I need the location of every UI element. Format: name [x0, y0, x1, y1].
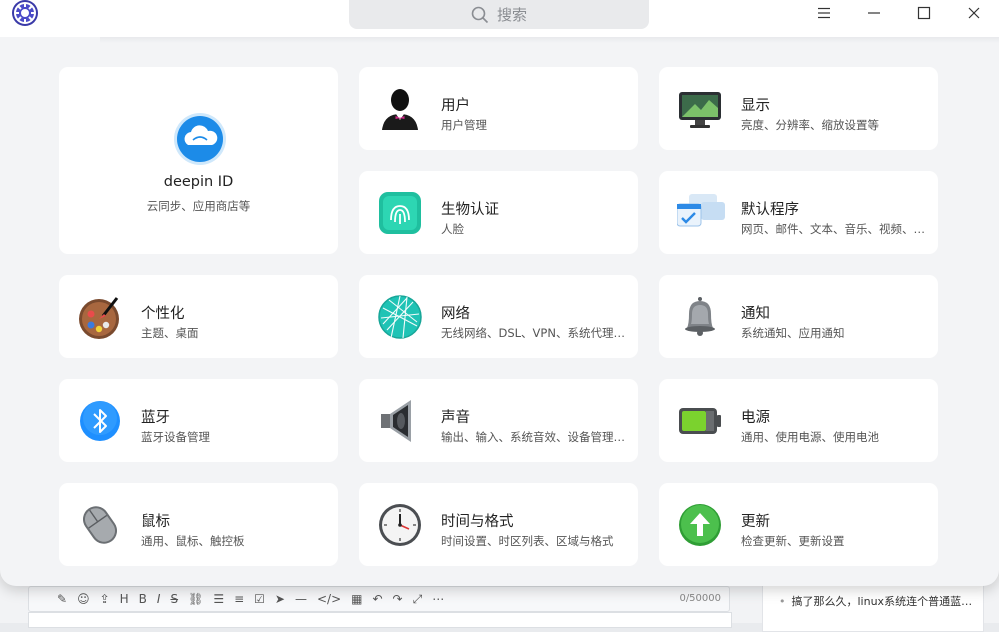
module-title: 声音 — [441, 410, 470, 426]
display-icon — [677, 86, 723, 132]
minimize-icon — [868, 12, 880, 14]
module-subtitle: 人脸 — [441, 222, 464, 236]
upload-icon[interactable]: ⇪ — [100, 592, 110, 606]
deepin-id-subtitle: 云同步、应用商店等 — [146, 199, 251, 213]
module-title: 鼠标 — [141, 514, 170, 530]
module-title: 电源 — [741, 410, 770, 426]
app-logo-icon — [10, 0, 40, 26]
network-globe-icon — [377, 294, 423, 340]
module-subtitle: 时间设置、时区列表、区域与格式 — [441, 534, 614, 548]
clock-icon — [377, 502, 423, 548]
checkbox-icon[interactable]: ☑ — [254, 592, 265, 606]
module-card-user[interactable]: 用户 用户管理 — [359, 67, 638, 150]
bold-icon[interactable]: B — [139, 592, 147, 606]
fullscreen-icon[interactable]: ⤢ — [413, 592, 423, 607]
more-icon[interactable]: ⋯ — [432, 592, 444, 606]
module-subtitle: 网页、邮件、文本、音乐、视频、… — [741, 222, 925, 236]
module-card-update[interactable]: 更新 检查更新、更新设置 — [659, 483, 938, 566]
hr-icon[interactable]: — — [295, 592, 307, 606]
user-icon — [377, 86, 423, 132]
maximize-icon — [917, 6, 931, 20]
close-icon — [968, 7, 980, 19]
module-card-default-apps[interactable]: 默认程序 网页、邮件、文本、音乐、视频、… — [659, 171, 938, 254]
module-title: 蓝牙 — [141, 410, 170, 426]
italic-icon[interactable]: I — [157, 592, 161, 606]
undo-icon[interactable]: ↶ — [372, 592, 382, 606]
background-sidebar: 搞了那么久，linux系统连个普通蓝… — [762, 580, 984, 632]
module-card-biometric[interactable]: 生物认证 人脸 — [359, 171, 638, 254]
battery-icon — [677, 398, 723, 444]
module-subtitle: 用户管理 — [441, 118, 487, 132]
module-title: 更新 — [741, 514, 770, 530]
edit-icon[interactable]: ✎ — [57, 592, 67, 606]
module-subtitle: 输出、输入、系统音效、设备管理… — [441, 430, 625, 444]
list-icon[interactable]: ☰ — [213, 592, 224, 606]
module-subtitle: 蓝牙设备管理 — [141, 430, 210, 444]
redo-icon[interactable]: ↷ — [393, 592, 403, 606]
module-card-notification[interactable]: 通知 系统通知、应用通知 — [659, 275, 938, 358]
module-title: 显示 — [741, 98, 770, 114]
module-subtitle: 主题、桌面 — [141, 326, 199, 340]
sidebar-post-link[interactable]: 搞了那么久，linux系统连个普通蓝… — [779, 593, 973, 609]
link-icon[interactable]: ⛓ — [188, 592, 203, 606]
ordered-list-icon[interactable]: ≡ — [234, 592, 244, 606]
fingerprint-icon — [377, 190, 423, 236]
module-title: 默认程序 — [741, 202, 799, 218]
module-card-mouse[interactable]: 鼠标 通用、鼠标、触控板 — [59, 483, 338, 566]
palette-icon — [77, 294, 123, 340]
send-icon[interactable]: ➤ — [275, 592, 285, 606]
search-input[interactable]: 搜索 — [349, 0, 649, 29]
deepin-id-title: deepin ID — [163, 174, 234, 190]
char-counter: 0/50000 — [679, 593, 721, 604]
emoji-icon[interactable]: ☺ — [77, 592, 90, 606]
module-card-bluetooth[interactable]: 蓝牙 蓝牙设备管理 — [59, 379, 338, 462]
code-icon[interactable]: </> — [317, 592, 341, 606]
module-title: 时间与格式 — [441, 514, 514, 530]
menu-icon — [818, 7, 830, 19]
module-card-network[interactable]: 网络 无线网络、DSL、VPN、系统代理、… — [359, 275, 638, 358]
mouse-icon — [77, 502, 123, 548]
module-card-datetime[interactable]: 时间与格式 时间设置、时区列表、区域与格式 — [359, 483, 638, 566]
module-subtitle: 系统通知、应用通知 — [741, 326, 845, 340]
menu-button[interactable] — [811, 3, 837, 23]
bluetooth-icon — [77, 398, 123, 444]
cloud-icon — [173, 112, 227, 166]
module-title: 通知 — [741, 306, 770, 322]
module-subtitle: 检查更新、更新设置 — [741, 534, 845, 548]
module-card-personalization[interactable]: 个性化 主题、桌面 — [59, 275, 338, 358]
module-card-display[interactable]: 显示 亮度、分辨率、缩放设置等 — [659, 67, 938, 150]
module-title: 个性化 — [141, 306, 185, 322]
module-title: 用户 — [441, 98, 470, 114]
module-card-sound[interactable]: 声音 输出、输入、系统音效、设备管理… — [359, 379, 638, 462]
table-icon[interactable]: ▦ — [351, 592, 362, 606]
update-arrow-icon — [677, 502, 723, 548]
module-subtitle: 通用、使用电源、使用电池 — [741, 430, 879, 444]
minimize-button[interactable] — [861, 3, 887, 23]
module-title: 生物认证 — [441, 202, 499, 218]
bell-icon — [677, 294, 723, 340]
editor-toolbar: ✎ ☺ ⇪ H B I S ⛓ ☰ ≡ ☑ ➤ — </> ▦ ↶ ↷ ⤢ ⋯ … — [28, 586, 730, 612]
control-center-window: 搜索 deepin ID 云同步、应用商店等 用户 用户管理 显示 亮度、分辨率… — [0, 0, 999, 586]
module-title: 网络 — [441, 306, 470, 322]
module-card-power[interactable]: 电源 通用、使用电源、使用电池 — [659, 379, 938, 462]
deepin-id-card[interactable]: deepin ID 云同步、应用商店等 — [59, 67, 338, 254]
default-apps-icon — [676, 190, 725, 236]
close-button[interactable] — [961, 3, 987, 23]
module-subtitle: 亮度、分辨率、缩放设置等 — [741, 118, 879, 132]
search-icon — [471, 6, 489, 23]
heading-icon[interactable]: H — [120, 592, 129, 606]
search-placeholder: 搜索 — [496, 6, 527, 24]
strikethrough-icon[interactable]: S — [170, 592, 178, 606]
module-subtitle: 通用、鼠标、触控板 — [141, 534, 245, 548]
editor-textarea[interactable] — [28, 612, 732, 628]
titlebar-shadow — [100, 37, 999, 43]
module-subtitle: 无线网络、DSL、VPN、系统代理、… — [441, 326, 626, 340]
maximize-button[interactable] — [911, 3, 937, 23]
speaker-icon — [377, 398, 423, 444]
